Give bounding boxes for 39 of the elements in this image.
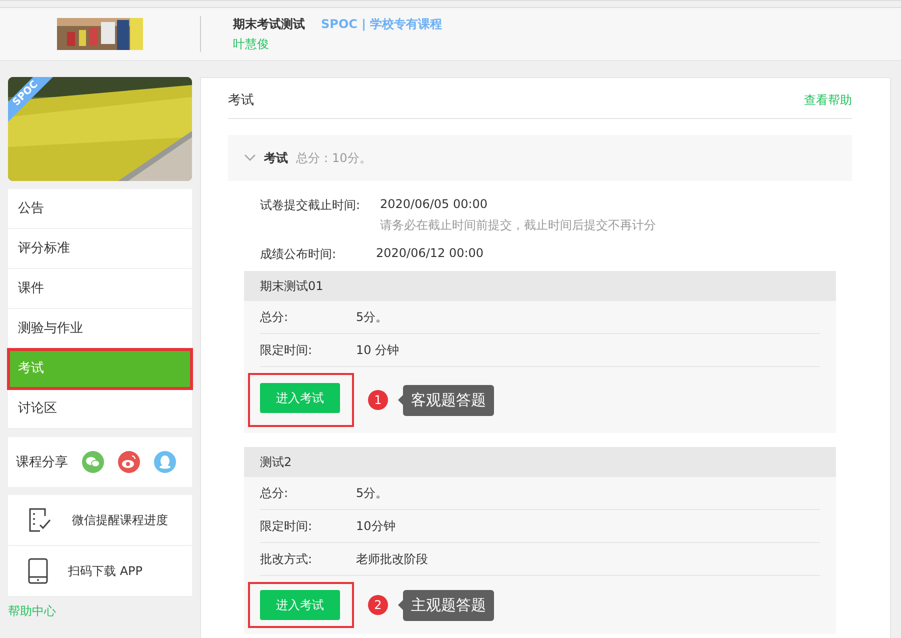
deadline-label: 试卷提交截止时间:	[260, 197, 362, 214]
annotation-tooltip: 主观题答题	[403, 590, 494, 620]
exam-field-label: 限定时间:	[260, 518, 314, 534]
tooltip-pointer-icon	[398, 395, 403, 405]
section-header[interactable]: 考试 总分：10分。	[228, 135, 852, 181]
exam-field-label: 总分:	[260, 308, 290, 326]
annotation-tooltip: 客观题答题	[403, 384, 494, 416]
deadline-value: 2020/06/05 00:00	[380, 197, 489, 211]
tooltip-pointer-icon	[398, 600, 403, 610]
exam-title: 测试2	[260, 454, 292, 470]
publish-value: 2020/06/12 00:00	[376, 246, 484, 262]
sidebar-tool[interactable]: 微信提醒课程进度	[8, 495, 192, 546]
sidebar-item[interactable]: 讨论区	[8, 389, 192, 429]
tablet-icon	[28, 558, 48, 584]
section-score: 总分：10分。	[296, 150, 372, 166]
exam-field-value: 5分。	[356, 484, 388, 502]
course-title: 期末考试测试	[233, 16, 305, 32]
exam-field-label: 限定时间:	[260, 342, 314, 358]
checklist-icon	[28, 507, 52, 533]
sidebar-item[interactable]: 公告	[8, 189, 192, 229]
exam-field-value: 老师批改阶段	[356, 550, 428, 568]
exam-field-value: 10分钟	[356, 518, 396, 534]
sidebar-tool[interactable]: 扫码下载 APP	[8, 546, 192, 597]
step-number: 1	[368, 390, 388, 410]
course-type: SPOC | 学校专有课程	[321, 16, 442, 32]
deadline-note: 请务必在截止时间前提交，截止时间后提交不再计分	[380, 217, 656, 234]
page-title: 考试	[228, 92, 254, 109]
exam-field-value: 5分。	[356, 308, 388, 326]
share-label: 课程分享	[16, 454, 68, 471]
sidebar-item[interactable]: 评分标准	[8, 229, 192, 269]
exam-field-label: 总分:	[260, 484, 290, 502]
chat-bubbles-icon[interactable]	[82, 451, 104, 473]
exam-title: 期末测试01	[260, 278, 324, 294]
publish-label: 成绩公布时间:	[260, 246, 338, 263]
exam-field-value: 10 分钟	[356, 342, 400, 358]
sidebar-item[interactable]: 课件	[8, 269, 192, 309]
section-title: 考试	[264, 150, 288, 166]
step-number: 2	[368, 595, 388, 615]
exam-field-label: 批改方式:	[260, 550, 314, 568]
